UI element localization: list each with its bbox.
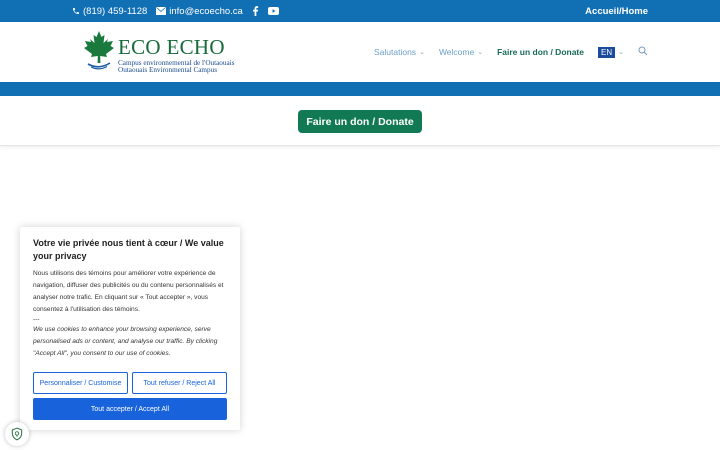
logo-subtitle-en: Outaouais Environmental Campus (118, 66, 218, 74)
site-logo[interactable]: ECO ECHO Campus environnemental de l'Out… (82, 30, 262, 74)
nav-item-donate[interactable]: Faire un don / Donate (497, 47, 584, 57)
maple-leaf-logo-icon (84, 31, 114, 70)
logo-name: ECO ECHO (118, 35, 225, 59)
main-nav: Salutations ⌄ Welcome ⌄ Faire un don / D… (374, 22, 648, 82)
phone-number: (819) 459-1128 (83, 5, 148, 17)
cookie-text-en: We use cookies to enhance your browsing … (33, 326, 218, 357)
customize-button[interactable]: Personnaliser / Customise (33, 372, 128, 394)
youtube-icon (267, 7, 279, 15)
accept-all-button[interactable]: Tout accepter / Accept All (33, 398, 227, 420)
nav-item-welcome[interactable]: Welcome ⌄ (439, 47, 483, 57)
nav-item-salutations[interactable]: Salutations ⌄ (374, 47, 425, 57)
site-header: ECO ECHO Campus environnemental de l'Out… (0, 22, 720, 82)
home-link[interactable]: Accueil/Home (585, 0, 648, 22)
cookie-settings-button[interactable] (5, 422, 29, 446)
nav-item-label: Faire un don / Donate (497, 47, 584, 57)
nav-item-label: Welcome (438, 47, 475, 57)
shield-icon (11, 427, 23, 441)
email-address: info@ecoecho.ca (169, 5, 243, 17)
chevron-down-icon: ⌄ (477, 49, 484, 56)
contact-info: (819) 459-1128 info@ecoecho.ca (72, 0, 279, 22)
cookie-secondary-buttons: Personnaliser / Customise Tout refuser /… (33, 372, 227, 394)
youtube-link[interactable] (267, 7, 279, 15)
search-button[interactable] (638, 46, 648, 58)
phone-icon (73, 8, 79, 14)
cookie-separator: --- (33, 316, 40, 323)
cookie-consent-banner: Votre vie privée nous tient à cœur / We … (20, 227, 240, 430)
donate-button[interactable]: Faire un don / Donate (298, 110, 422, 133)
chevron-down-icon: ⌄ (419, 49, 425, 56)
language-badge: EN (598, 46, 616, 58)
envelope-icon (156, 7, 167, 15)
cookie-text-fr: Nous utilisons des témoins pour améliore… (33, 270, 224, 313)
nav-item-label: Salutations (374, 47, 417, 57)
chevron-down-icon: ⌄ (618, 49, 624, 56)
search-icon (638, 46, 648, 56)
facebook-link[interactable] (252, 6, 259, 16)
facebook-icon (252, 6, 258, 16)
donate-section: Faire un don / Donate (0, 96, 720, 146)
language-switcher[interactable]: EN ⌄ (598, 46, 624, 58)
header-band (0, 82, 720, 96)
reject-all-button[interactable]: Tout refuser / Reject All (132, 372, 227, 394)
cookie-title: Votre vie privée nous tient à cœur / We … (33, 238, 224, 261)
phone-link[interactable]: (819) 459-1128 (72, 6, 147, 17)
email-link[interactable]: info@ecoecho.ca (156, 6, 243, 17)
top-bar: (819) 459-1128 info@ecoecho.ca Accueil/H… (0, 0, 720, 22)
